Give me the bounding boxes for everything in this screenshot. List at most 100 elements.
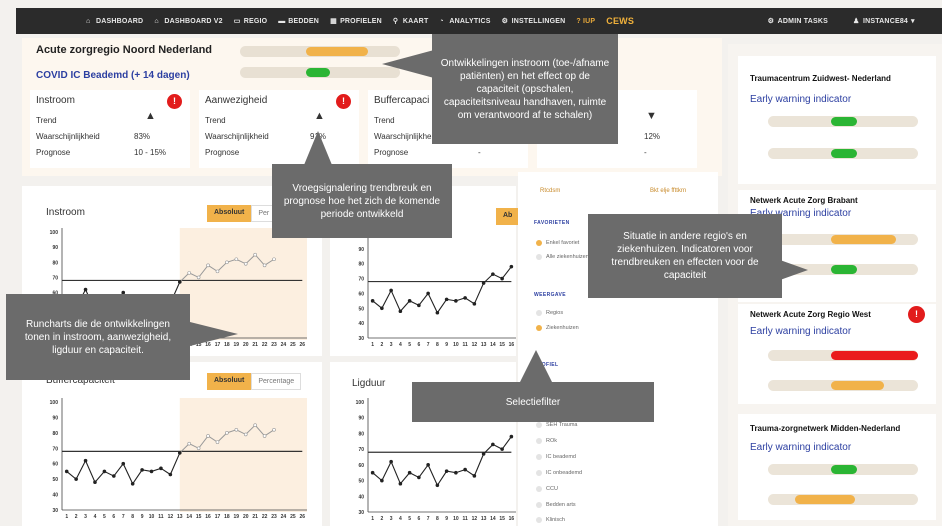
- nav-cews[interactable]: CEWS: [606, 16, 634, 26]
- x-tick-label: 13: [177, 514, 183, 520]
- y-tick-label: 90: [358, 416, 364, 422]
- user-menu[interactable]: ♟ INSTANCE84 ▾: [853, 18, 921, 25]
- option-enkel-favoriet[interactable]: Enkel favoriet: [536, 240, 579, 246]
- x-tick-label: 6: [417, 516, 420, 522]
- y-tick-label: 60: [358, 291, 364, 297]
- callout-pointer: [520, 350, 552, 382]
- x-tick-label: 4: [399, 342, 402, 348]
- x-tick-label: 14: [186, 514, 192, 520]
- chevron-down-icon: ▾: [911, 17, 915, 25]
- nav-iup[interactable]: ? IUP: [576, 18, 595, 25]
- y-tick-label: 80: [52, 431, 58, 437]
- x-tick-label: 5: [408, 342, 411, 348]
- indicator-fill: [306, 68, 330, 77]
- y-tick-label: 100: [50, 230, 59, 236]
- option-profiel[interactable]: SEH Trauma: [536, 422, 577, 428]
- data-point: [426, 291, 430, 296]
- network-card[interactable]: Trauma-zorgnetwerk Midden-Nederland Earl…: [738, 414, 936, 520]
- option-profiel[interactable]: Klinisch: [536, 517, 565, 523]
- x-tick-label: 12: [168, 514, 174, 520]
- ew-fill: [831, 265, 857, 274]
- kpi-title: Instroom: [36, 95, 75, 106]
- kpi-trend-label: Trend: [205, 116, 226, 125]
- network-card[interactable]: Netwerk Acute Zorg Regio West ! Early wa…: [738, 304, 936, 404]
- filter-tab-left[interactable]: Rtcdsm: [540, 188, 560, 194]
- x-tick-label: 2: [380, 516, 383, 522]
- alert-icon: !: [167, 94, 182, 109]
- x-tick-label: 10: [453, 342, 459, 348]
- nav-dashboard[interactable]: ⌂ DASHBOARD: [86, 18, 143, 25]
- early-warning-label: Early warning indicator: [750, 94, 852, 105]
- data-point: [417, 303, 421, 308]
- network-name: Netwerk Acute Zorg Regio West: [750, 310, 871, 319]
- nav-dashboard-v2[interactable]: ⌂ DASHBOARD V2: [154, 18, 222, 25]
- data-point: [74, 477, 78, 481]
- nav-kaart[interactable]: ⚲ KAART: [393, 18, 429, 25]
- nav-profielen[interactable]: ▦ PROFIELEN: [330, 18, 382, 25]
- data-point: [417, 475, 421, 480]
- y-tick-label: 60: [52, 462, 58, 468]
- x-tick-label: 1: [371, 516, 374, 522]
- option-regios[interactable]: Regios: [536, 310, 563, 316]
- x-tick-label: 17: [215, 514, 221, 520]
- data-point: [215, 269, 220, 274]
- ew-bar: [768, 234, 918, 245]
- user-icon: ♟: [852, 17, 860, 25]
- indicator-subtitle[interactable]: COVID IC Beademd (+ 14 dagen): [36, 70, 190, 81]
- option-profiel[interactable]: IC beademd: [536, 454, 576, 460]
- option-profiel[interactable]: ROk: [536, 438, 557, 444]
- option-profiel[interactable]: Bedden arts: [536, 502, 576, 508]
- option-ziekenhuizen[interactable]: Ziekenhuizen: [536, 325, 579, 331]
- data-point: [444, 469, 449, 473]
- nav-regio[interactable]: ▭ REGIO: [234, 18, 268, 25]
- data-point: [196, 275, 201, 280]
- nav-instellingen[interactable]: ⚙ INSTELLINGEN: [502, 18, 566, 25]
- x-tick-label: 9: [445, 342, 448, 348]
- network-name: Trauma-zorgnetwerk Midden-Nederland: [750, 424, 901, 433]
- x-tick-label: 8: [131, 514, 134, 520]
- network-card[interactable]: Traumacentrum Zuidwest- Nederland Early …: [738, 56, 936, 184]
- data-point: [140, 468, 144, 472]
- data-point: [454, 470, 458, 475]
- grid-icon: ▦: [330, 17, 337, 25]
- data-point: [206, 263, 210, 268]
- x-tick-label: 14: [490, 342, 496, 348]
- x-tick-label: 21: [252, 514, 258, 520]
- x-tick-label: 25: [290, 514, 296, 520]
- data-point: [272, 257, 276, 262]
- data-point: [83, 458, 88, 463]
- data-point: [491, 272, 495, 276]
- option-alle[interactable]: Alle ziekenhuizen: [536, 254, 589, 260]
- series-line: [66, 452, 181, 485]
- admin-tasks-link[interactable]: ⚙ ADMIN TASKS: [768, 18, 828, 25]
- kpi-prog-label: Prognose: [205, 148, 240, 157]
- y-tick-label: 60: [358, 463, 364, 469]
- radio-dot: [536, 486, 542, 492]
- data-point: [491, 442, 495, 447]
- home-icon: ⌂: [154, 17, 159, 25]
- data-point: [370, 470, 375, 475]
- kpi-card-instroom[interactable]: Instroom ! Trend ▲ Waarschijnlijkheid 83…: [30, 90, 190, 168]
- radio-dot: [536, 240, 542, 246]
- nav-analytics[interactable]: ◔ ANALYTICS: [439, 18, 490, 25]
- early-warning-label: Early warning indicator: [750, 442, 852, 453]
- nav-bedden[interactable]: ▬ BEDDEN: [278, 18, 319, 25]
- kpi-card-aanwezigheid[interactable]: Aanwezigheid ! Trend ▲ Waarschijnlijkhei…: [199, 90, 359, 168]
- y-tick-label: 40: [358, 494, 364, 500]
- radio-dot: [536, 310, 542, 316]
- chart-icon: ◔: [439, 17, 444, 25]
- x-tick-label: 3: [390, 342, 393, 348]
- data-point: [215, 440, 220, 444]
- data-point: [159, 466, 163, 471]
- option-profiel[interactable]: CCU: [536, 486, 558, 492]
- radio-dot: [536, 422, 542, 428]
- filter-tab-right[interactable]: Bkt elje ffttkrn: [650, 188, 686, 194]
- data-point: [102, 469, 107, 474]
- radio-dot: [536, 470, 542, 476]
- option-profiel[interactable]: IC onbeademd: [536, 470, 582, 476]
- x-tick-label: 12: [472, 516, 478, 522]
- x-tick-label: 3: [390, 516, 393, 522]
- series-line: [372, 266, 512, 314]
- ew-bar: [768, 350, 918, 361]
- top-navigation-bar: ⌂ DASHBOARD ⌂ DASHBOARD V2 ▭ REGIO ▬ BEDDEN …: [16, 8, 942, 34]
